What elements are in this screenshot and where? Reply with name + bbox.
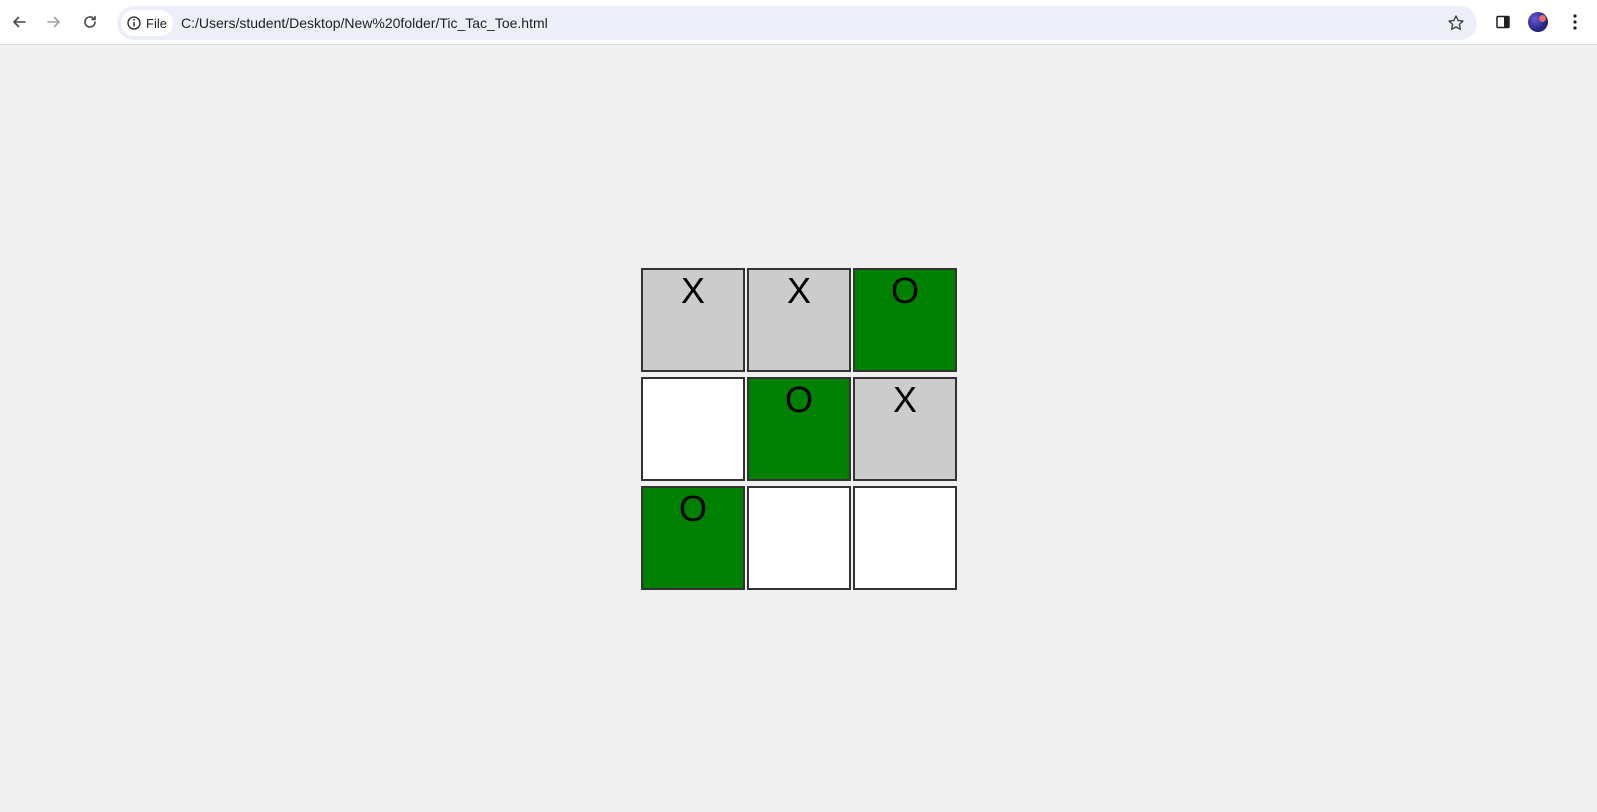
profile-button[interactable] [1523,7,1553,37]
site-info-chip[interactable]: File [121,10,173,36]
board-cell-6[interactable]: X [853,377,957,481]
board-cell-5[interactable]: O [747,377,851,481]
arrow-left-icon [13,16,26,28]
board-cell-4[interactable] [641,377,745,481]
back-button[interactable] [4,7,34,37]
board-cell-2[interactable]: X [747,268,851,372]
reload-icon [84,15,96,28]
forward-button[interactable] [39,7,69,37]
arrow-right-icon [47,16,60,28]
bookmark-button[interactable] [1443,10,1469,36]
menu-button[interactable] [1560,7,1590,37]
url-text[interactable]: C:/Users/student/Desktop/New%20folder/Ti… [181,6,548,40]
board-cell-8[interactable] [747,486,851,590]
info-icon [127,16,141,30]
board-cell-7[interactable]: O [641,486,745,590]
avatar [1528,12,1548,32]
reload-button[interactable] [75,7,105,37]
board-cell-3[interactable]: O [853,268,957,372]
star-icon [1448,15,1464,30]
page-content: X X O O X O [0,45,1597,812]
board-cell-9[interactable] [853,486,957,590]
browser-toolbar: File C:/Users/student/Desktop/New%20fold… [0,0,1597,45]
tic-tac-toe-board: X X O O X O [641,268,959,596]
side-panel-button[interactable] [1488,7,1518,37]
kebab-menu-icon [1573,14,1577,30]
address-bar[interactable]: File C:/Users/student/Desktop/New%20fold… [117,6,1477,40]
board-cell-1[interactable]: X [641,268,745,372]
site-chip-label: File [146,15,167,31]
side-panel-icon [1496,15,1510,29]
